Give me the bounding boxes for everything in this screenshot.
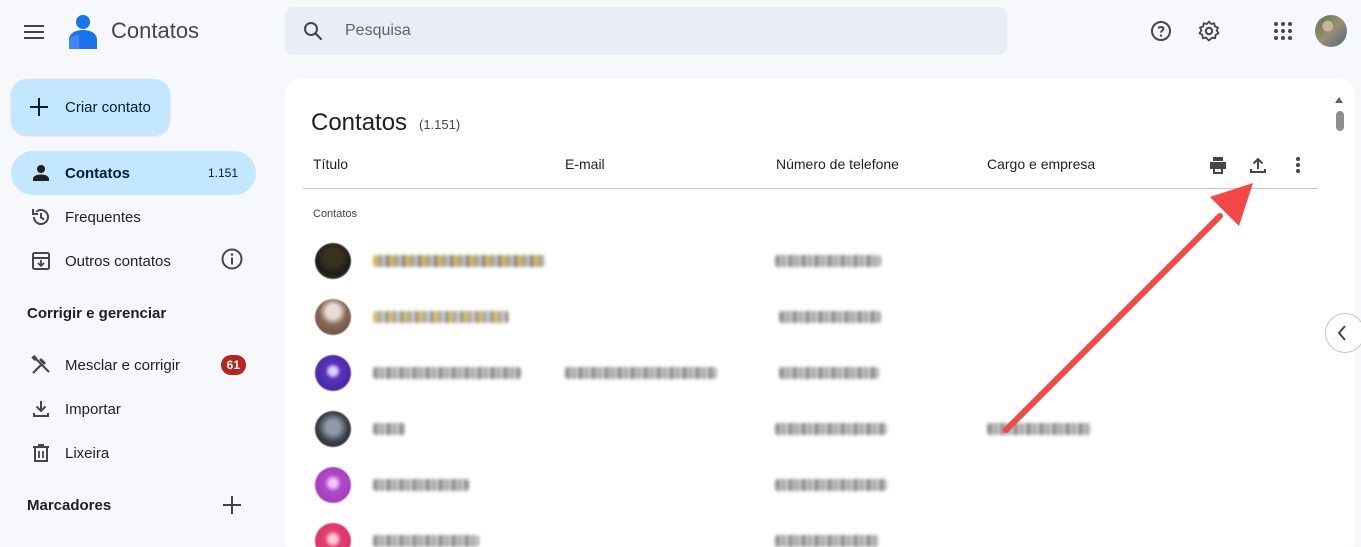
table-row[interactable] bbox=[303, 401, 1318, 457]
table-row[interactable] bbox=[303, 233, 1318, 289]
contacts-count: 1.151 bbox=[207, 166, 238, 180]
contact-avatar bbox=[315, 355, 351, 391]
sidebar-item-label: Lixeira bbox=[65, 444, 110, 462]
sidebar-item-contatos[interactable]: Contatos 1.151 bbox=[11, 151, 256, 195]
table-row[interactable] bbox=[303, 345, 1318, 401]
contact-phone bbox=[779, 367, 879, 379]
contact-avatar bbox=[315, 243, 351, 279]
avatar[interactable] bbox=[1315, 15, 1347, 47]
page-title: Contatos bbox=[311, 109, 408, 136]
archive-icon bbox=[29, 249, 53, 273]
add-label-button[interactable] bbox=[218, 491, 246, 519]
contact-avatar bbox=[315, 523, 351, 547]
contact-email bbox=[565, 367, 717, 379]
print-button[interactable] bbox=[1204, 151, 1232, 179]
trash-icon bbox=[29, 441, 53, 465]
contact-phone bbox=[775, 535, 879, 547]
help-icon bbox=[1151, 21, 1171, 41]
apps-grid-icon bbox=[1274, 22, 1292, 40]
contact-name bbox=[373, 255, 545, 267]
contact-avatar bbox=[315, 467, 351, 503]
create-contact-button[interactable]: Criar contato bbox=[11, 79, 170, 135]
fix-manage-heading: Corrigir e gerenciar bbox=[27, 305, 167, 322]
person-icon bbox=[29, 161, 53, 185]
column-header-job[interactable]: Cargo e empresa bbox=[987, 156, 1095, 172]
contact-phone bbox=[779, 311, 881, 323]
scrollbar-thumb[interactable] bbox=[1336, 111, 1344, 131]
help-button[interactable] bbox=[1143, 13, 1179, 49]
contact-name bbox=[373, 535, 479, 547]
sidebar-item-label: Outros contatos bbox=[65, 252, 171, 270]
sidebar-item-label: Importar bbox=[65, 400, 121, 418]
chevron-left-icon bbox=[1337, 325, 1346, 341]
download-icon bbox=[29, 397, 53, 421]
sidebar-item-frequentes[interactable]: Frequentes bbox=[11, 195, 256, 239]
contact-name bbox=[373, 479, 469, 491]
column-header-title[interactable]: Título bbox=[313, 156, 348, 172]
settings-icon bbox=[1198, 20, 1220, 42]
merge-count-badge: 61 bbox=[220, 355, 246, 375]
table-row[interactable] bbox=[303, 457, 1318, 513]
merge-tools-icon bbox=[29, 353, 53, 377]
sidebar-item-outros-contatos[interactable]: Outros contatos bbox=[11, 239, 256, 283]
sidebar-item-label: Mesclar e corrigir bbox=[65, 356, 181, 374]
column-header-phone[interactable]: Número de telefone bbox=[776, 156, 899, 172]
search-bar[interactable] bbox=[285, 7, 1007, 55]
apps-button[interactable] bbox=[1265, 13, 1301, 49]
more-options-button[interactable] bbox=[1284, 151, 1312, 179]
sidebar-item-importar[interactable]: Importar bbox=[11, 387, 256, 431]
create-contact-label: Criar contato bbox=[65, 98, 151, 116]
print-icon bbox=[1210, 157, 1226, 174]
column-header-email[interactable]: E-mail bbox=[565, 156, 605, 172]
sidebar-item-label: Frequentes bbox=[65, 208, 141, 226]
contact-name bbox=[373, 423, 405, 435]
settings-button[interactable] bbox=[1191, 13, 1227, 49]
contact-name bbox=[373, 311, 509, 323]
plus-icon bbox=[30, 98, 48, 116]
page-count: (1.151) bbox=[419, 117, 461, 132]
contact-phone bbox=[775, 255, 881, 267]
sidebar-item-mesclar[interactable]: Mesclar e corrigir 61 bbox=[11, 343, 256, 387]
menu-icon bbox=[24, 25, 44, 39]
side-panel-toggle[interactable] bbox=[1325, 313, 1361, 353]
info-icon[interactable] bbox=[220, 247, 244, 276]
sidebar-item-label: Contatos bbox=[65, 164, 130, 182]
search-icon[interactable] bbox=[301, 19, 325, 43]
contact-phone bbox=[775, 479, 887, 491]
contact-avatar bbox=[315, 411, 351, 447]
contact-job bbox=[987, 423, 1091, 435]
main-menu-button[interactable] bbox=[17, 14, 53, 50]
export-icon bbox=[1250, 157, 1266, 173]
history-icon bbox=[29, 205, 53, 229]
group-label: Contatos bbox=[313, 208, 358, 220]
export-button[interactable] bbox=[1244, 151, 1272, 179]
header-divider bbox=[303, 188, 1318, 189]
search-input[interactable] bbox=[345, 7, 985, 55]
sidebar-item-lixeira[interactable]: Lixeira bbox=[11, 431, 256, 475]
plus-icon bbox=[223, 496, 241, 514]
table-row[interactable] bbox=[303, 289, 1318, 345]
table-row[interactable] bbox=[303, 513, 1318, 547]
contacts-panel: Contatos (1.151) Título E-mail Número de… bbox=[285, 79, 1355, 547]
scroll-up-arrow[interactable] bbox=[1335, 97, 1343, 103]
contact-name bbox=[373, 367, 521, 379]
more-vert-icon bbox=[1296, 157, 1300, 173]
labels-heading: Marcadores bbox=[27, 497, 112, 514]
contacts-logo bbox=[69, 15, 97, 49]
contact-phone bbox=[775, 423, 887, 435]
contact-avatar bbox=[315, 299, 351, 335]
app-title: Contatos bbox=[111, 18, 200, 43]
